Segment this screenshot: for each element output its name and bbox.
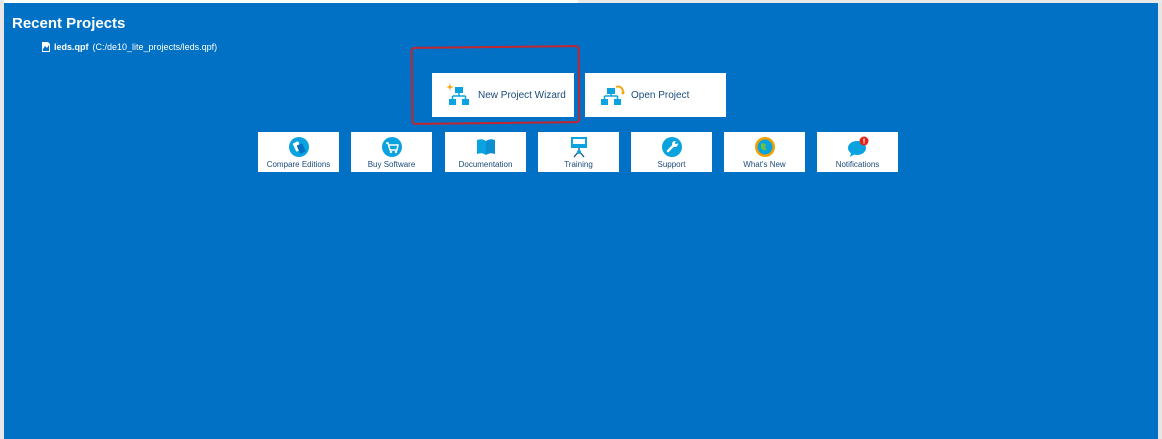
wrench-icon <box>661 137 682 157</box>
new-project-wizard-icon <box>446 83 469 105</box>
cart-icon <box>381 137 402 157</box>
open-project-label: Open Project <box>631 89 690 101</box>
notification-icon <box>847 136 868 157</box>
compare-editions-icon <box>288 137 309 157</box>
home-page: Recent Projects leds.qpf (C:/de10_lite_p… <box>4 3 1158 439</box>
tile-documentation[interactable]: Documentation <box>445 132 526 172</box>
new-project-wizard-button[interactable]: New Project Wizard <box>432 73 574 117</box>
globe-icon <box>754 137 775 157</box>
open-project-button[interactable]: Open Project <box>585 73 726 117</box>
recent-projects-heading: Recent Projects <box>12 15 126 32</box>
recent-project-item[interactable]: leds.qpf (C:/de10_lite_projects/leds.qpf… <box>42 42 217 52</box>
tile-label: Notifications <box>835 160 880 169</box>
tile-compare-editions[interactable]: Compare Editions <box>258 132 339 172</box>
tile-whats-new[interactable]: What's New <box>724 132 805 172</box>
tile-label: Support <box>657 160 686 169</box>
tile-label: Documentation <box>458 160 513 169</box>
file-icon <box>42 42 50 52</box>
tile-notifications[interactable]: Notifications <box>817 132 898 172</box>
training-icon <box>570 137 587 158</box>
open-project-icon <box>601 85 625 105</box>
window-right-edge <box>1158 0 1162 439</box>
tile-label: Buy Software <box>367 160 416 169</box>
tile-training[interactable]: Training <box>538 132 619 172</box>
tile-label: What's New <box>743 160 786 169</box>
new-project-wizard-label: New Project Wizard <box>478 89 566 101</box>
book-icon <box>476 139 495 155</box>
tile-support[interactable]: Support <box>631 132 712 172</box>
tile-label: Training <box>564 160 593 169</box>
tile-label: Compare Editions <box>266 160 331 169</box>
recent-project-name: leds.qpf <box>54 42 89 52</box>
tile-buy-software[interactable]: Buy Software <box>351 132 432 172</box>
recent-project-path: (C:/de10_lite_projects/leds.qpf) <box>92 42 218 52</box>
